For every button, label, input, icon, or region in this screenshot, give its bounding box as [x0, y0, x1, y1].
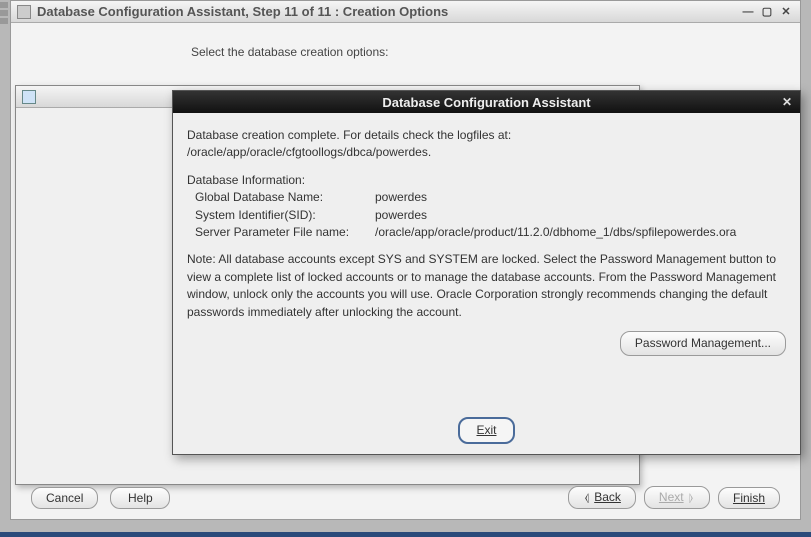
note-text: Note: All database accounts except SYS a… — [187, 251, 786, 321]
window-icon — [22, 90, 36, 104]
log-path: /oracle/app/oracle/cfgtoollogs/dbca/powe… — [187, 144, 786, 161]
chevron-right-icon: ⦊ — [689, 492, 693, 505]
complete-message: Database creation complete. For details … — [187, 127, 786, 144]
options-heading: Select the database creation options: — [191, 45, 388, 59]
help-button[interactable]: Help — [110, 487, 170, 509]
info-table: Global Database Name: powerdes System Id… — [195, 189, 786, 241]
exit-button[interactable]: Exit — [458, 417, 514, 444]
global-db-label: Global Database Name: — [195, 189, 375, 206]
completion-body: Database creation complete. For details … — [173, 113, 800, 454]
info-heading: Database Information: — [187, 172, 786, 189]
sid-value: powerdes — [375, 207, 786, 224]
wizard-title: Database Configuration Assistant, Step 1… — [37, 4, 448, 19]
maximize-button[interactable]: ▢ — [759, 5, 775, 19]
finish-button[interactable]: Finish — [718, 487, 780, 509]
sid-label: System Identifier(SID): — [195, 207, 375, 224]
wizard-button-row: Cancel Help ⦉ Back Next ⦊ Finish — [31, 486, 780, 509]
back-button[interactable]: ⦉ Back — [568, 486, 636, 509]
info-row: Server Parameter File name: /oracle/app/… — [195, 224, 786, 241]
wizard-titlebar[interactable]: Database Configuration Assistant, Step 1… — [11, 1, 800, 23]
global-db-value: powerdes — [375, 189, 786, 206]
close-icon[interactable]: ✕ — [780, 95, 794, 109]
cancel-button[interactable]: Cancel — [31, 487, 98, 509]
close-button[interactable]: ✕ — [778, 5, 794, 19]
info-row: Global Database Name: powerdes — [195, 189, 786, 206]
desktop-pager — [0, 2, 8, 24]
completion-title: Database Configuration Assistant — [382, 95, 590, 110]
completion-dialog: Database Configuration Assistant ✕ Datab… — [172, 90, 801, 455]
taskbar — [0, 532, 811, 537]
window-icon — [17, 5, 31, 19]
spfile-label: Server Parameter File name: — [195, 224, 375, 241]
password-management-button[interactable]: Password Management... — [620, 331, 786, 356]
minimize-button[interactable]: — — [740, 5, 756, 19]
chevron-left-icon: ⦉ — [585, 492, 589, 505]
completion-titlebar[interactable]: Database Configuration Assistant ✕ — [173, 91, 800, 113]
spfile-value: /oracle/app/oracle/product/11.2.0/dbhome… — [375, 224, 786, 241]
next-button: Next ⦊ — [644, 486, 710, 509]
info-row: System Identifier(SID): powerdes — [195, 207, 786, 224]
